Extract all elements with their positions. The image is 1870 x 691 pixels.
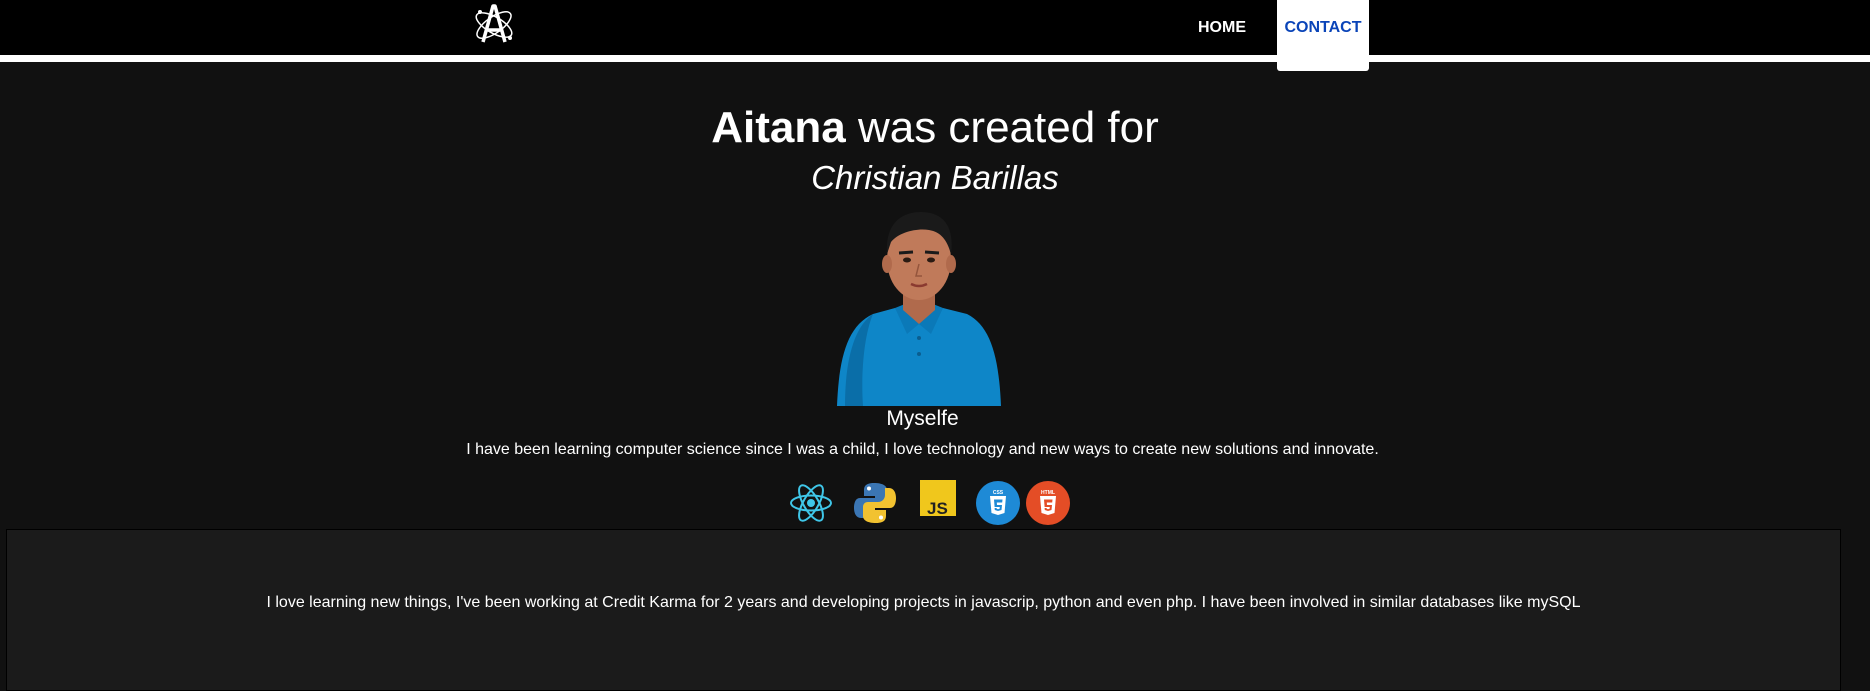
page-headline: Aitana was created for xyxy=(0,100,1870,156)
portrait-caption: Myselfe xyxy=(886,407,959,430)
nav-home-link[interactable]: HOME xyxy=(1198,0,1246,55)
svg-text:CSS: CSS xyxy=(993,490,1004,496)
about-panel-text: I love learning new things, I've been wo… xyxy=(266,594,1581,611)
about-panel: I love learning new things, I've been wo… xyxy=(6,529,1841,691)
react-icon xyxy=(790,484,832,522)
navbar-divider xyxy=(0,55,1870,62)
top-navbar: HOME xyxy=(0,0,1870,55)
html5-icon: HTML xyxy=(1026,481,1070,525)
bio-text: I have been learning computer science si… xyxy=(466,441,1379,458)
nav-contact-link[interactable]: CONTACT xyxy=(1277,0,1369,71)
css3-icon: CSS xyxy=(976,481,1020,525)
python-icon xyxy=(854,483,896,523)
portrait-photo xyxy=(833,208,1005,406)
person-name: Christian Barillas xyxy=(811,159,1059,196)
svg-text:JS: JS xyxy=(927,499,948,516)
javascript-icon: JS xyxy=(920,480,956,516)
app-name: Aitana xyxy=(711,103,846,152)
atom-logo-icon[interactable] xyxy=(470,0,518,48)
headline-suffix: was created for xyxy=(845,103,1159,152)
svg-text:HTML: HTML xyxy=(1041,490,1055,496)
